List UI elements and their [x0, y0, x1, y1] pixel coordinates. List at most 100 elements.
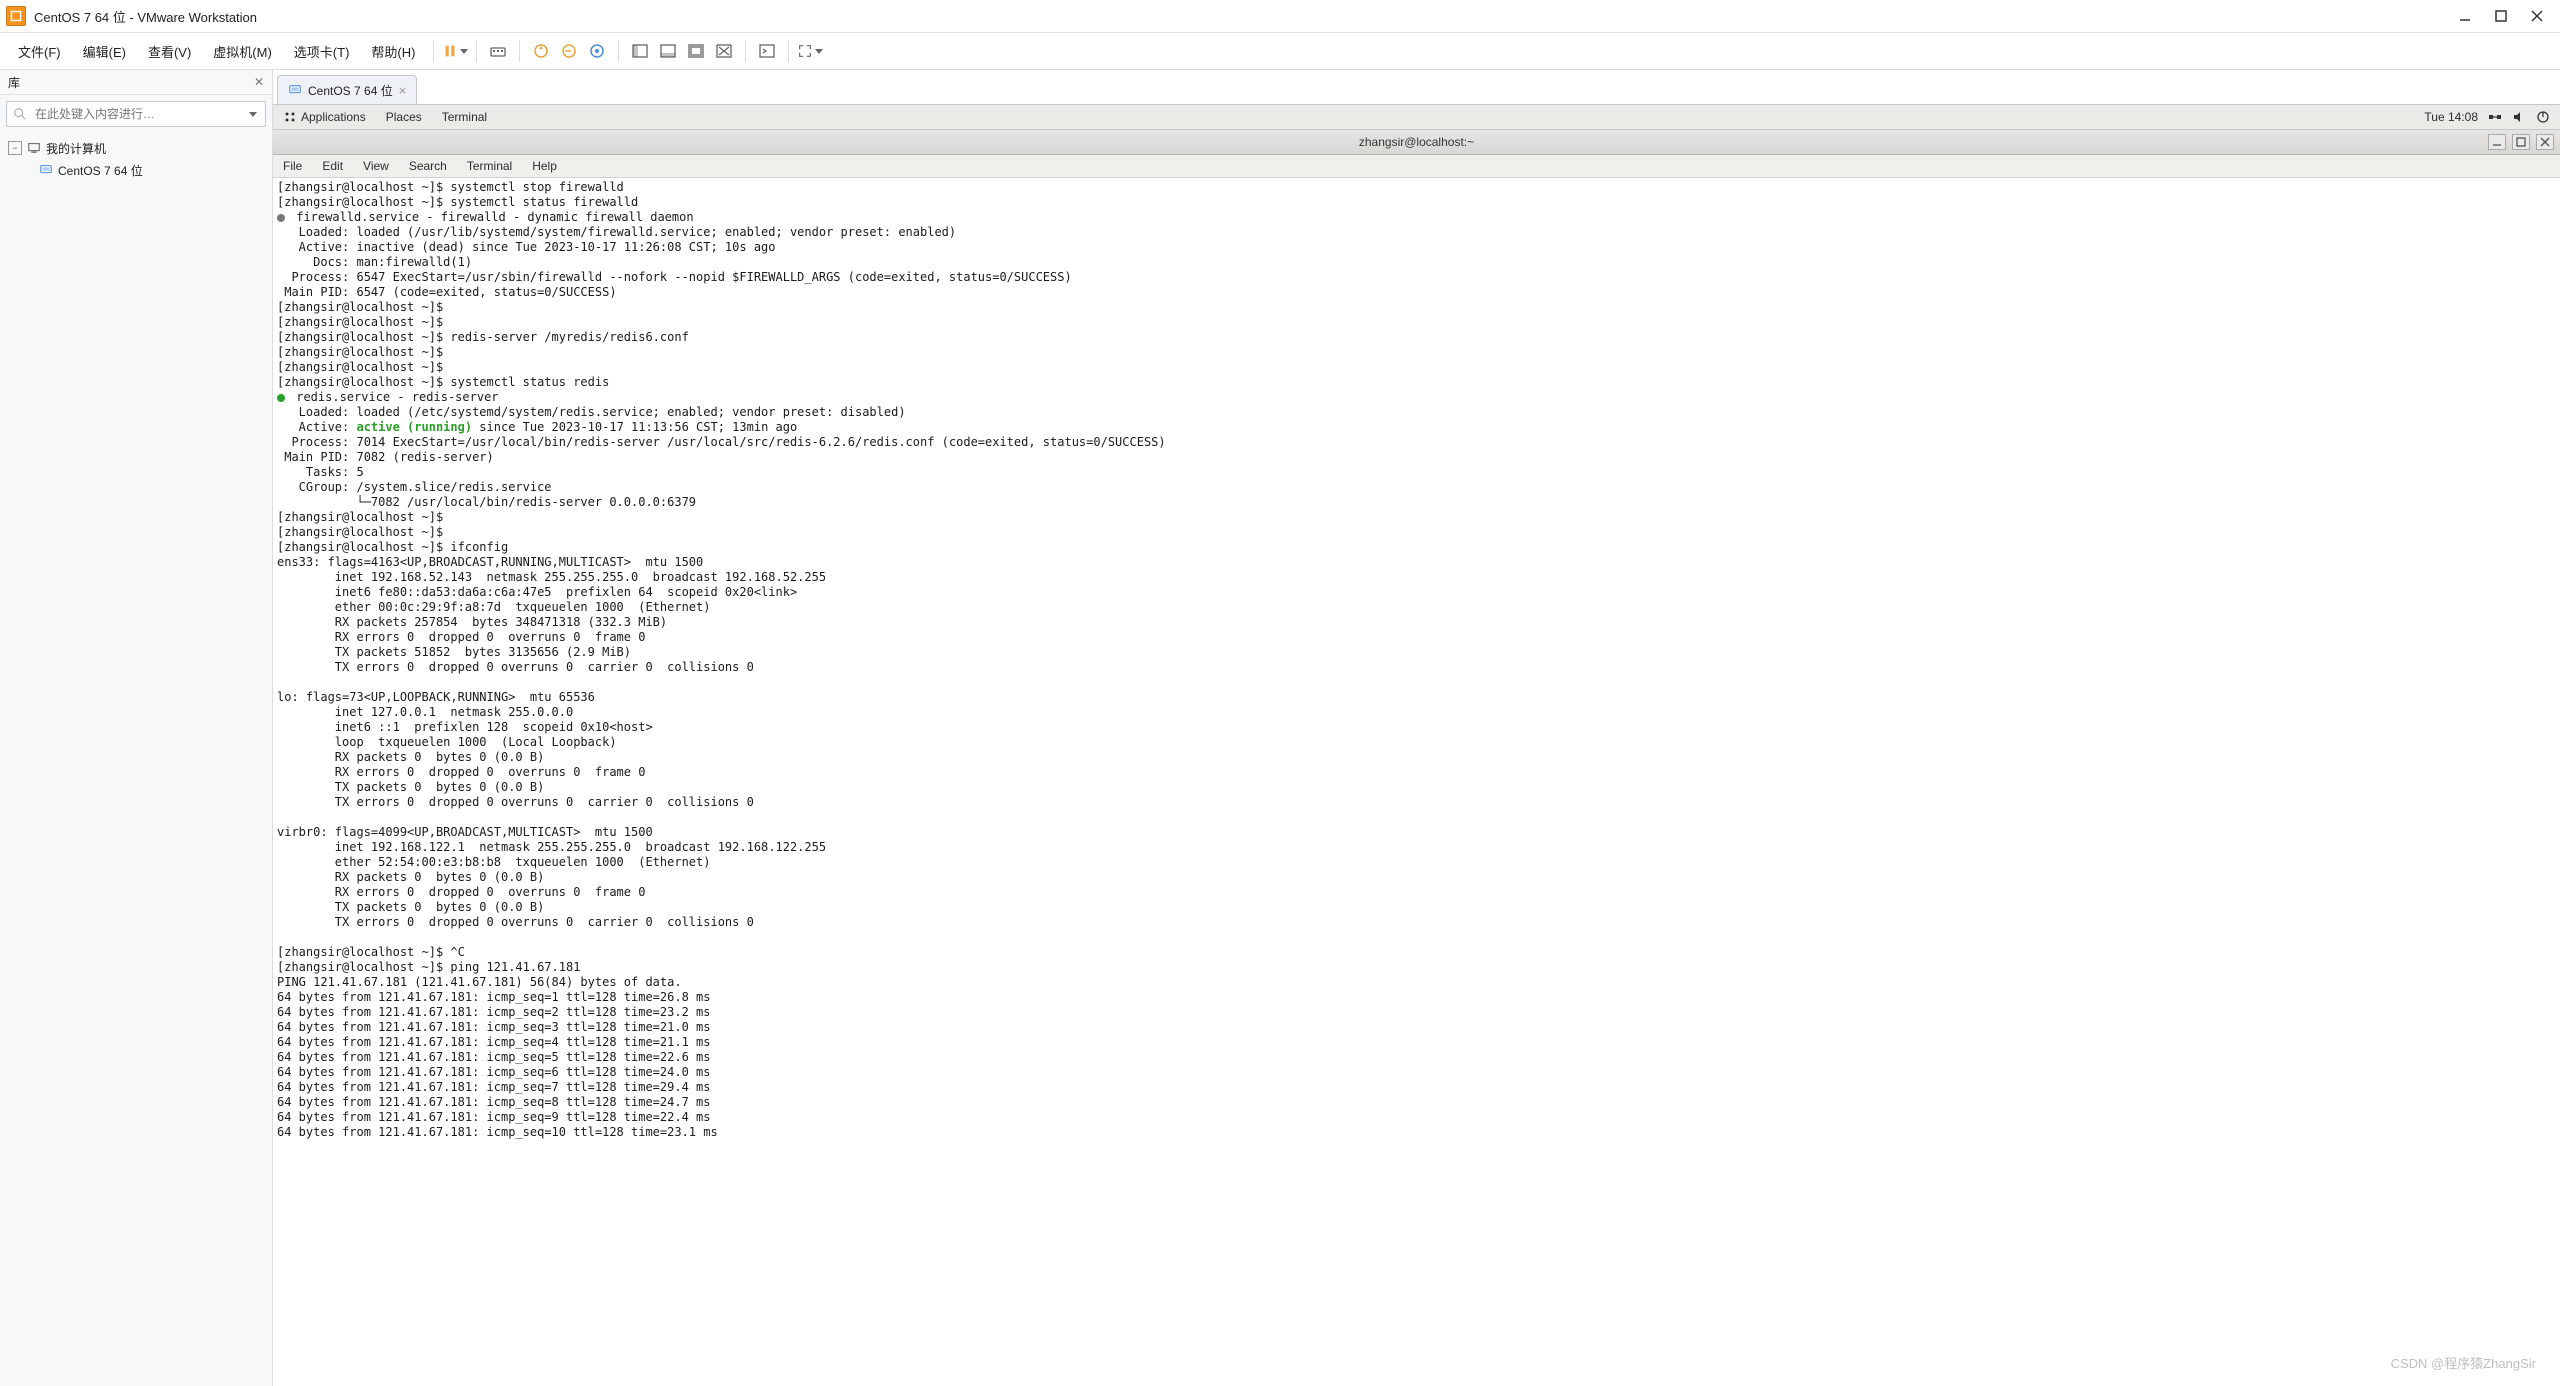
- snapshot-revert-button[interactable]: [556, 38, 582, 64]
- terminal-line: [zhangsir@localhost ~]$ systemctl status…: [277, 195, 638, 209]
- terminal-line: [zhangsir@localhost ~]$ ifconfig: [277, 540, 508, 554]
- layout-button-2[interactable]: [655, 38, 681, 64]
- terminal-line: 64 bytes from 121.41.67.181: icmp_seq=9 …: [277, 1110, 710, 1124]
- applications-label: Applications: [301, 110, 366, 124]
- terminal-output[interactable]: [zhangsir@localhost ~]$ systemctl stop f…: [273, 178, 2560, 1386]
- terminal-line: [zhangsir@localhost ~]$ ^C: [277, 945, 465, 959]
- terminal-line: inet 192.168.122.1 netmask 255.255.255.0…: [277, 840, 826, 854]
- activities-icon: [283, 110, 297, 124]
- menu-tabs[interactable]: 选项卡(T): [284, 38, 360, 65]
- minimize-button[interactable]: [2456, 7, 2474, 25]
- vmware-titlebar: CentOS 7 64 位 - VMware Workstation: [0, 0, 2560, 33]
- sidebar-title: 库: [8, 74, 20, 91]
- volume-icon[interactable]: [2512, 110, 2526, 124]
- gnome-places-menu[interactable]: Places: [376, 110, 432, 124]
- gnome-applications-menu[interactable]: Applications: [273, 110, 376, 124]
- gnome-status-area: Tue 14:08: [2424, 110, 2560, 124]
- terminal-line: firewalld.service - firewalld - dynamic …: [289, 210, 694, 224]
- vmware-sidebar: 库 ✕ − 我的计算机 CentOS 7 64 位: [0, 70, 273, 1386]
- console-button[interactable]: [754, 38, 780, 64]
- terminal-line: inet6 fe80::da53:da6a:c6a:47e5 prefixlen…: [277, 585, 797, 599]
- terminal-close-button[interactable]: [2536, 134, 2554, 150]
- tree-root[interactable]: − 我的计算机: [4, 137, 268, 159]
- tab-close-icon[interactable]: ×: [399, 83, 407, 98]
- gnome-terminal-menu[interactable]: Terminal: [432, 110, 497, 124]
- term-menu-file[interactable]: File: [273, 159, 312, 173]
- toolbar-separator: [433, 40, 434, 62]
- toolbar-separator: [519, 40, 520, 62]
- terminal-line: RX packets 0 bytes 0 (0.0 B): [277, 870, 544, 884]
- terminal-line: [zhangsir@localhost ~]$: [277, 345, 450, 359]
- terminal-line: redis.service - redis-server: [289, 390, 499, 404]
- layout-button-4[interactable]: [711, 38, 737, 64]
- terminal-line: PING 121.41.67.181 (121.41.67.181) 56(84…: [277, 975, 682, 989]
- vmware-content: CentOS 7 64 位 × Applications Places Term…: [273, 70, 2560, 1386]
- terminal-minimize-button[interactable]: [2488, 134, 2506, 150]
- terminal-line: RX packets 0 bytes 0 (0.0 B): [277, 750, 544, 764]
- terminal-line: TX errors 0 dropped 0 overruns 0 carrier…: [277, 660, 754, 674]
- send-ctrl-alt-del-button[interactable]: [485, 38, 511, 64]
- toolbar-separator: [745, 40, 746, 62]
- vm-icon: [288, 83, 302, 97]
- terminal-line: [zhangsir@localhost ~]$ systemctl status…: [277, 375, 609, 389]
- layout-button-1[interactable]: [627, 38, 653, 64]
- sidebar-search[interactable]: [6, 101, 266, 127]
- terminal-line: TX packets 51852 bytes 3135656 (2.9 MiB): [277, 645, 631, 659]
- snapshot-take-button[interactable]: [528, 38, 554, 64]
- power-icon[interactable]: [2536, 110, 2550, 124]
- terminal-line: since Tue 2023-10-17 11:13:56 CST; 13min…: [472, 420, 797, 434]
- terminal-line: Process: 7014 ExecStart=/usr/local/bin/r…: [277, 435, 1166, 449]
- network-icon[interactable]: [2488, 110, 2502, 124]
- terminal-line: Active: inactive (dead) since Tue 2023-1…: [277, 240, 776, 254]
- terminal-line: [zhangsir@localhost ~]$: [277, 510, 450, 524]
- close-button[interactable]: [2528, 7, 2546, 25]
- terminal-line: lo: flags=73<UP,LOOPBACK,RUNNING> mtu 65…: [277, 690, 595, 704]
- search-icon: [13, 107, 27, 121]
- term-menu-edit[interactable]: Edit: [312, 159, 353, 173]
- terminal-line: CGroup: /system.slice/redis.service: [277, 480, 552, 494]
- tree-vm-item[interactable]: CentOS 7 64 位: [4, 159, 268, 181]
- term-menu-view[interactable]: View: [353, 159, 399, 173]
- term-menu-search[interactable]: Search: [399, 159, 457, 173]
- search-dropdown-icon[interactable]: [249, 112, 257, 117]
- terminal-titlebar[interactable]: zhangsir@localhost:~: [273, 130, 2560, 155]
- sidebar-header: 库 ✕: [0, 70, 272, 95]
- terminal-line: [zhangsir@localhost ~]$ redis-server /my…: [277, 330, 689, 344]
- terminal-line: 64 bytes from 121.41.67.181: icmp_seq=1 …: [277, 990, 710, 1004]
- terminal-line: [zhangsir@localhost ~]$: [277, 315, 450, 329]
- terminal-window-buttons: [2488, 134, 2554, 150]
- terminal-line: 64 bytes from 121.41.67.181: icmp_seq=3 …: [277, 1020, 710, 1034]
- menu-view[interactable]: 查看(V): [138, 38, 201, 65]
- terminal-line: inet 127.0.0.1 netmask 255.0.0.0: [277, 705, 573, 719]
- menu-help[interactable]: 帮助(H): [361, 38, 425, 65]
- terminal-line: RX errors 0 dropped 0 overruns 0 frame 0: [277, 885, 645, 899]
- menu-edit[interactable]: 编辑(E): [73, 38, 136, 65]
- fullscreen-button[interactable]: [797, 38, 823, 64]
- term-menu-help[interactable]: Help: [522, 159, 567, 173]
- terminal-line: Active:: [277, 420, 356, 434]
- maximize-button[interactable]: [2492, 7, 2510, 25]
- terminal-line: Tasks: 5: [277, 465, 364, 479]
- terminal-line: RX errors 0 dropped 0 overruns 0 frame 0: [277, 765, 645, 779]
- term-menu-terminal[interactable]: Terminal: [457, 159, 522, 173]
- terminal-maximize-button[interactable]: [2512, 134, 2530, 150]
- sidebar-search-input[interactable]: [33, 106, 241, 122]
- terminal-line: ether 52:54:00:e3:b8:b8 txqueuelen 1000 …: [277, 855, 710, 869]
- tree-collapse-icon[interactable]: −: [8, 141, 22, 155]
- status-dot-inactive-icon: [277, 214, 285, 222]
- snapshot-manager-button[interactable]: [584, 38, 610, 64]
- terminal-line: └─7082 /usr/local/bin/redis-server 0.0.0…: [277, 495, 696, 509]
- terminal-line: ether 00:0c:29:9f:a8:7d txqueuelen 1000 …: [277, 600, 710, 614]
- menu-file[interactable]: 文件(F): [8, 38, 71, 65]
- layout-button-3[interactable]: [683, 38, 709, 64]
- gnome-clock[interactable]: Tue 14:08: [2424, 110, 2478, 124]
- tab-centos[interactable]: CentOS 7 64 位 ×: [277, 75, 417, 104]
- terminal-line: loop txqueuelen 1000 (Local Loopback): [277, 735, 617, 749]
- sidebar-tree: − 我的计算机 CentOS 7 64 位: [0, 133, 272, 185]
- terminal-line: [zhangsir@localhost ~]$ systemctl stop f…: [277, 180, 624, 194]
- terminal-line: 64 bytes from 121.41.67.181: icmp_seq=6 …: [277, 1065, 710, 1079]
- pause-button[interactable]: [442, 38, 468, 64]
- sidebar-close-icon[interactable]: ✕: [254, 75, 264, 89]
- menu-vm[interactable]: 虚拟机(M): [203, 38, 282, 65]
- terminal-line: TX errors 0 dropped 0 overruns 0 carrier…: [277, 915, 754, 929]
